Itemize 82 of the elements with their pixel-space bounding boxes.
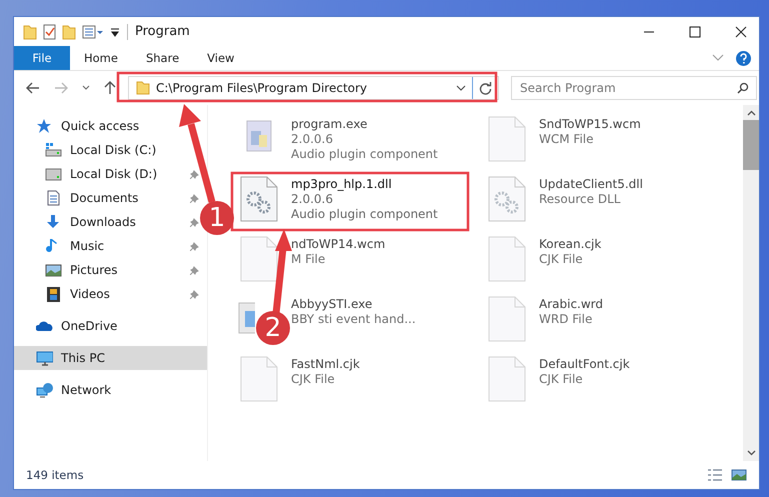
search-field[interactable]: Search Program bbox=[511, 76, 757, 100]
ribbon-tab[interactable]: Share bbox=[132, 46, 194, 70]
nav-item[interactable]: Documents bbox=[14, 186, 142, 210]
step-number-badge: 1 bbox=[200, 201, 234, 235]
forward-icon[interactable] bbox=[54, 82, 68, 94]
landscape-icon bbox=[45, 262, 62, 278]
scroll-down-icon[interactable] bbox=[746, 450, 756, 456]
nav-item[interactable]: Local Disk (D:) bbox=[14, 162, 162, 186]
star-icon bbox=[36, 118, 53, 134]
address-bar[interactable]: C:\Program Files\Program Directory bbox=[128, 76, 499, 100]
scroll-up-icon[interactable] bbox=[746, 110, 756, 116]
network-icon bbox=[36, 382, 53, 398]
pin-icon[interactable] bbox=[190, 266, 199, 274]
nav-item[interactable]: Quick access bbox=[14, 114, 144, 138]
pin-icon[interactable] bbox=[190, 218, 199, 226]
up-icon[interactable] bbox=[104, 81, 116, 95]
file-detail: WRD File bbox=[539, 312, 594, 326]
folder-icon[interactable] bbox=[62, 24, 76, 40]
nav-item[interactable]: Pictures bbox=[14, 258, 122, 282]
scrollbar-thumb[interactable] bbox=[743, 120, 759, 170]
file-detail: BBY sti event hand... bbox=[291, 312, 416, 326]
file-name[interactable]: DefaultFont.cjk bbox=[539, 357, 630, 371]
pin-icon[interactable] bbox=[190, 170, 199, 178]
back-icon[interactable] bbox=[26, 82, 40, 94]
nav-item[interactable]: Local Disk (C:) bbox=[14, 138, 160, 162]
monitor-icon bbox=[36, 350, 53, 366]
file-name[interactable]: UpdateClient5.dll bbox=[539, 177, 643, 191]
file-detail: Audio plugin component bbox=[291, 207, 438, 221]
drive-icon bbox=[45, 142, 62, 158]
file-name[interactable]: mp3pro_hlp.1.dll bbox=[291, 177, 438, 191]
maximize-icon[interactable] bbox=[689, 26, 701, 38]
file-name[interactable]: AbbyySTI.exe bbox=[291, 297, 416, 311]
refresh-icon[interactable] bbox=[479, 82, 492, 94]
pin-icon[interactable] bbox=[190, 290, 199, 298]
file-detail: CJK File bbox=[291, 372, 336, 386]
file-detail: Audio plugin component bbox=[291, 147, 438, 161]
file-name[interactable]: FastNml.cjk bbox=[291, 357, 360, 371]
ribbon-tab[interactable]: Home bbox=[70, 46, 132, 70]
nav-item[interactable]: OneDrive bbox=[14, 314, 122, 338]
file-detail: 2.0.0.6 bbox=[291, 132, 334, 146]
item-count: 149 items bbox=[26, 468, 85, 482]
document-icon bbox=[45, 190, 62, 206]
file-detail: CJK File bbox=[539, 252, 584, 266]
expand-ribbon-icon[interactable] bbox=[712, 54, 724, 62]
file-name[interactable]: Korean.cjk bbox=[539, 237, 602, 251]
film-icon bbox=[45, 286, 62, 302]
details-view-icon[interactable] bbox=[707, 468, 723, 482]
search-icon bbox=[737, 82, 749, 94]
window-title: Program bbox=[135, 24, 191, 39]
file-name[interactable]: ndToWP14.wcm bbox=[291, 237, 386, 251]
large-icons-view-icon[interactable] bbox=[731, 468, 747, 482]
nav-item[interactable]: This PC bbox=[14, 346, 207, 370]
folder-icon bbox=[136, 81, 150, 95]
file-detail: M File bbox=[291, 252, 326, 266]
pin-icon[interactable] bbox=[190, 242, 199, 250]
dropdown-icon[interactable] bbox=[110, 26, 120, 36]
properties-icon[interactable] bbox=[82, 24, 104, 38]
checklist-icon[interactable] bbox=[43, 24, 56, 40]
nav-item[interactable]: Network bbox=[14, 378, 116, 402]
file-detail: 2.0.0.6 bbox=[291, 192, 334, 206]
nav-item[interactable]: Videos bbox=[14, 282, 114, 306]
recent-dropdown-icon[interactable] bbox=[82, 85, 90, 91]
file-name[interactable]: SndToWP15.wcm bbox=[539, 117, 641, 131]
file-name[interactable]: program.exe bbox=[291, 117, 438, 131]
file-name[interactable]: Arabic.wrd bbox=[539, 297, 604, 311]
file-detail: WCM File bbox=[539, 132, 594, 146]
folder-icon[interactable] bbox=[23, 24, 37, 40]
close-icon[interactable] bbox=[735, 26, 747, 38]
file-detail: Resource DLL bbox=[539, 192, 622, 206]
step-number-badge: 2 bbox=[256, 311, 290, 345]
nav-item[interactable]: Downloads bbox=[14, 210, 140, 234]
down-arrow-icon bbox=[45, 214, 62, 230]
pin-icon[interactable] bbox=[190, 194, 199, 202]
file-menu-tab[interactable]: File bbox=[14, 46, 70, 70]
file-detail: CJK File bbox=[539, 372, 584, 386]
nav-item[interactable]: Music bbox=[14, 234, 108, 258]
dropdown-icon[interactable] bbox=[456, 85, 466, 91]
help-icon[interactable] bbox=[736, 50, 751, 66]
scrollbar[interactable] bbox=[743, 105, 759, 461]
address-path: C:\Program Files\Program Directory bbox=[156, 81, 368, 95]
drive-icon bbox=[45, 166, 62, 182]
ribbon-tab[interactable]: View bbox=[193, 46, 248, 70]
